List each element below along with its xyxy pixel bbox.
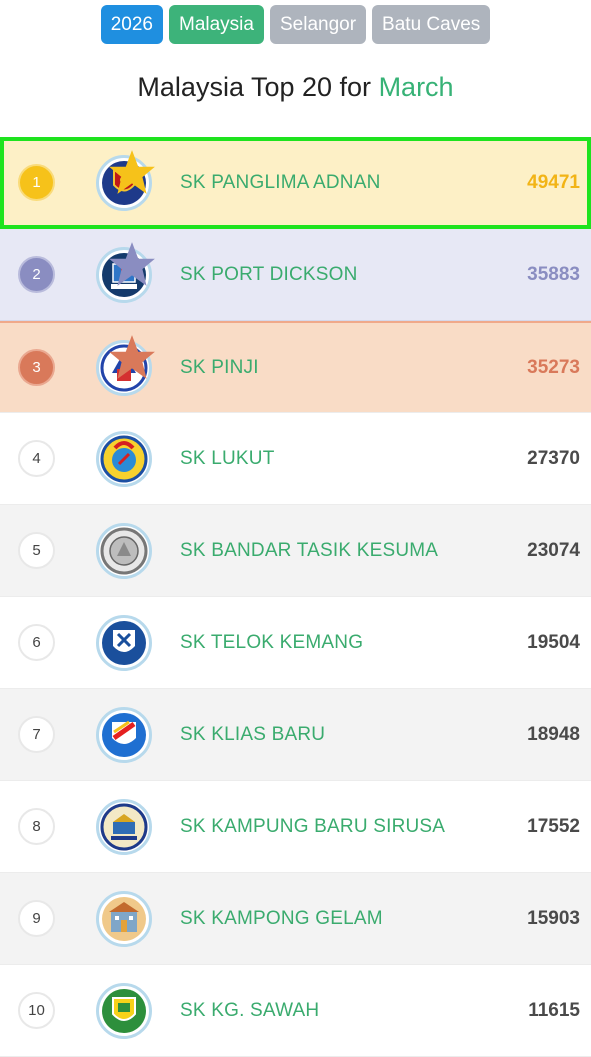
year-filter-chip[interactable]: 2026 xyxy=(100,5,163,44)
school-crest-icon xyxy=(96,706,152,763)
school-score: 27370 xyxy=(527,447,580,469)
school-score: 49471 xyxy=(527,171,580,193)
school-name[interactable]: SK PINJI xyxy=(180,357,259,379)
leaderboard-row[interactable]: 10 SK KG. SAWAH 11615 xyxy=(0,965,591,1057)
title-month: March xyxy=(378,72,454,102)
rank-badge: 2 xyxy=(18,256,55,293)
school-score: 17552 xyxy=(527,815,580,837)
leaderboard-row[interactable]: 7 SK KLIAS BARU 18948 xyxy=(0,689,591,781)
rank-badge: 10 xyxy=(18,992,55,1029)
rank-badge: 5 xyxy=(18,532,55,569)
school-crest-icon xyxy=(96,798,152,855)
leaderboard-row[interactable]: 2 SK PORT DICKSON 35883 xyxy=(0,229,591,321)
school-score: 35883 xyxy=(527,263,580,285)
school-name[interactable]: SK KAMPONG GELAM xyxy=(180,908,383,930)
star-icon xyxy=(109,334,155,379)
school-name[interactable]: SK PANGLIMA ADNAN xyxy=(180,172,381,194)
school-score: 35273 xyxy=(527,356,580,378)
country-filter-chip[interactable]: Malaysia xyxy=(169,5,264,44)
rank-badge: 8 xyxy=(18,808,55,845)
rank-badge: 6 xyxy=(18,624,55,661)
leaderboard-row[interactable]: 3 SK PINJI 35273 xyxy=(0,321,591,413)
school-score: 11615 xyxy=(528,999,580,1021)
school-score: 18948 xyxy=(527,723,580,745)
title-prefix: Malaysia Top 20 for xyxy=(137,72,379,102)
filter-chips: 2026 Malaysia Selangor Batu Caves xyxy=(0,5,591,44)
leaderboard-row[interactable]: 9 SK KAMPONG GELAM 15903 xyxy=(0,873,591,965)
leaderboard-row[interactable]: 5 SK BANDAR TASIK KESUMA 23074 xyxy=(0,505,591,597)
star-icon xyxy=(109,241,155,286)
school-crest-icon xyxy=(96,890,152,947)
city-filter-chip[interactable]: Batu Caves xyxy=(372,5,491,44)
school-name[interactable]: SK PORT DICKSON xyxy=(180,264,358,286)
rank-badge: 7 xyxy=(18,716,55,753)
school-crest-icon xyxy=(96,334,155,396)
school-score: 23074 xyxy=(527,539,580,561)
school-crest-icon xyxy=(96,149,155,211)
school-name[interactable]: SK KLIAS BARU xyxy=(180,724,325,746)
page-title: Malaysia Top 20 for March xyxy=(0,72,591,103)
leaderboard-row[interactable]: 4 SK LUKUT 27370 xyxy=(0,413,591,505)
rank-badge: 1 xyxy=(18,164,55,201)
school-name[interactable]: SK BANDAR TASIK KESUMA xyxy=(180,540,438,562)
school-name[interactable]: SK KAMPUNG BARU SIRUSA xyxy=(180,816,445,838)
school-crest-icon xyxy=(96,241,155,303)
school-crest-icon xyxy=(96,982,152,1039)
leaderboard-row[interactable]: 1 SK PANGLIMA ADNAN 49471 xyxy=(0,137,591,229)
star-icon xyxy=(109,149,155,194)
school-crest-icon xyxy=(96,614,152,671)
leaderboard-row[interactable]: 8 SK KAMPUNG BARU SIRUSA 17552 xyxy=(0,781,591,873)
state-filter-chip[interactable]: Selangor xyxy=(269,5,367,44)
rank-badge: 4 xyxy=(18,440,55,477)
school-score: 19504 xyxy=(527,631,580,653)
school-crest-icon xyxy=(96,430,152,487)
leaderboard-row[interactable]: 6 SK TELOK KEMANG 19504 xyxy=(0,597,591,689)
rank-badge: 3 xyxy=(18,349,55,386)
school-name[interactable]: SK LUKUT xyxy=(180,448,275,470)
rank-badge: 9 xyxy=(18,900,55,937)
school-name[interactable]: SK TELOK KEMANG xyxy=(180,632,363,654)
leaderboard-list: 1 SK PANGLIMA ADNAN 49471 2 SK PORT DICK… xyxy=(0,137,591,1057)
school-score: 15903 xyxy=(527,907,580,929)
school-name[interactable]: SK KG. SAWAH xyxy=(180,1000,319,1022)
school-crest-icon xyxy=(96,522,152,579)
